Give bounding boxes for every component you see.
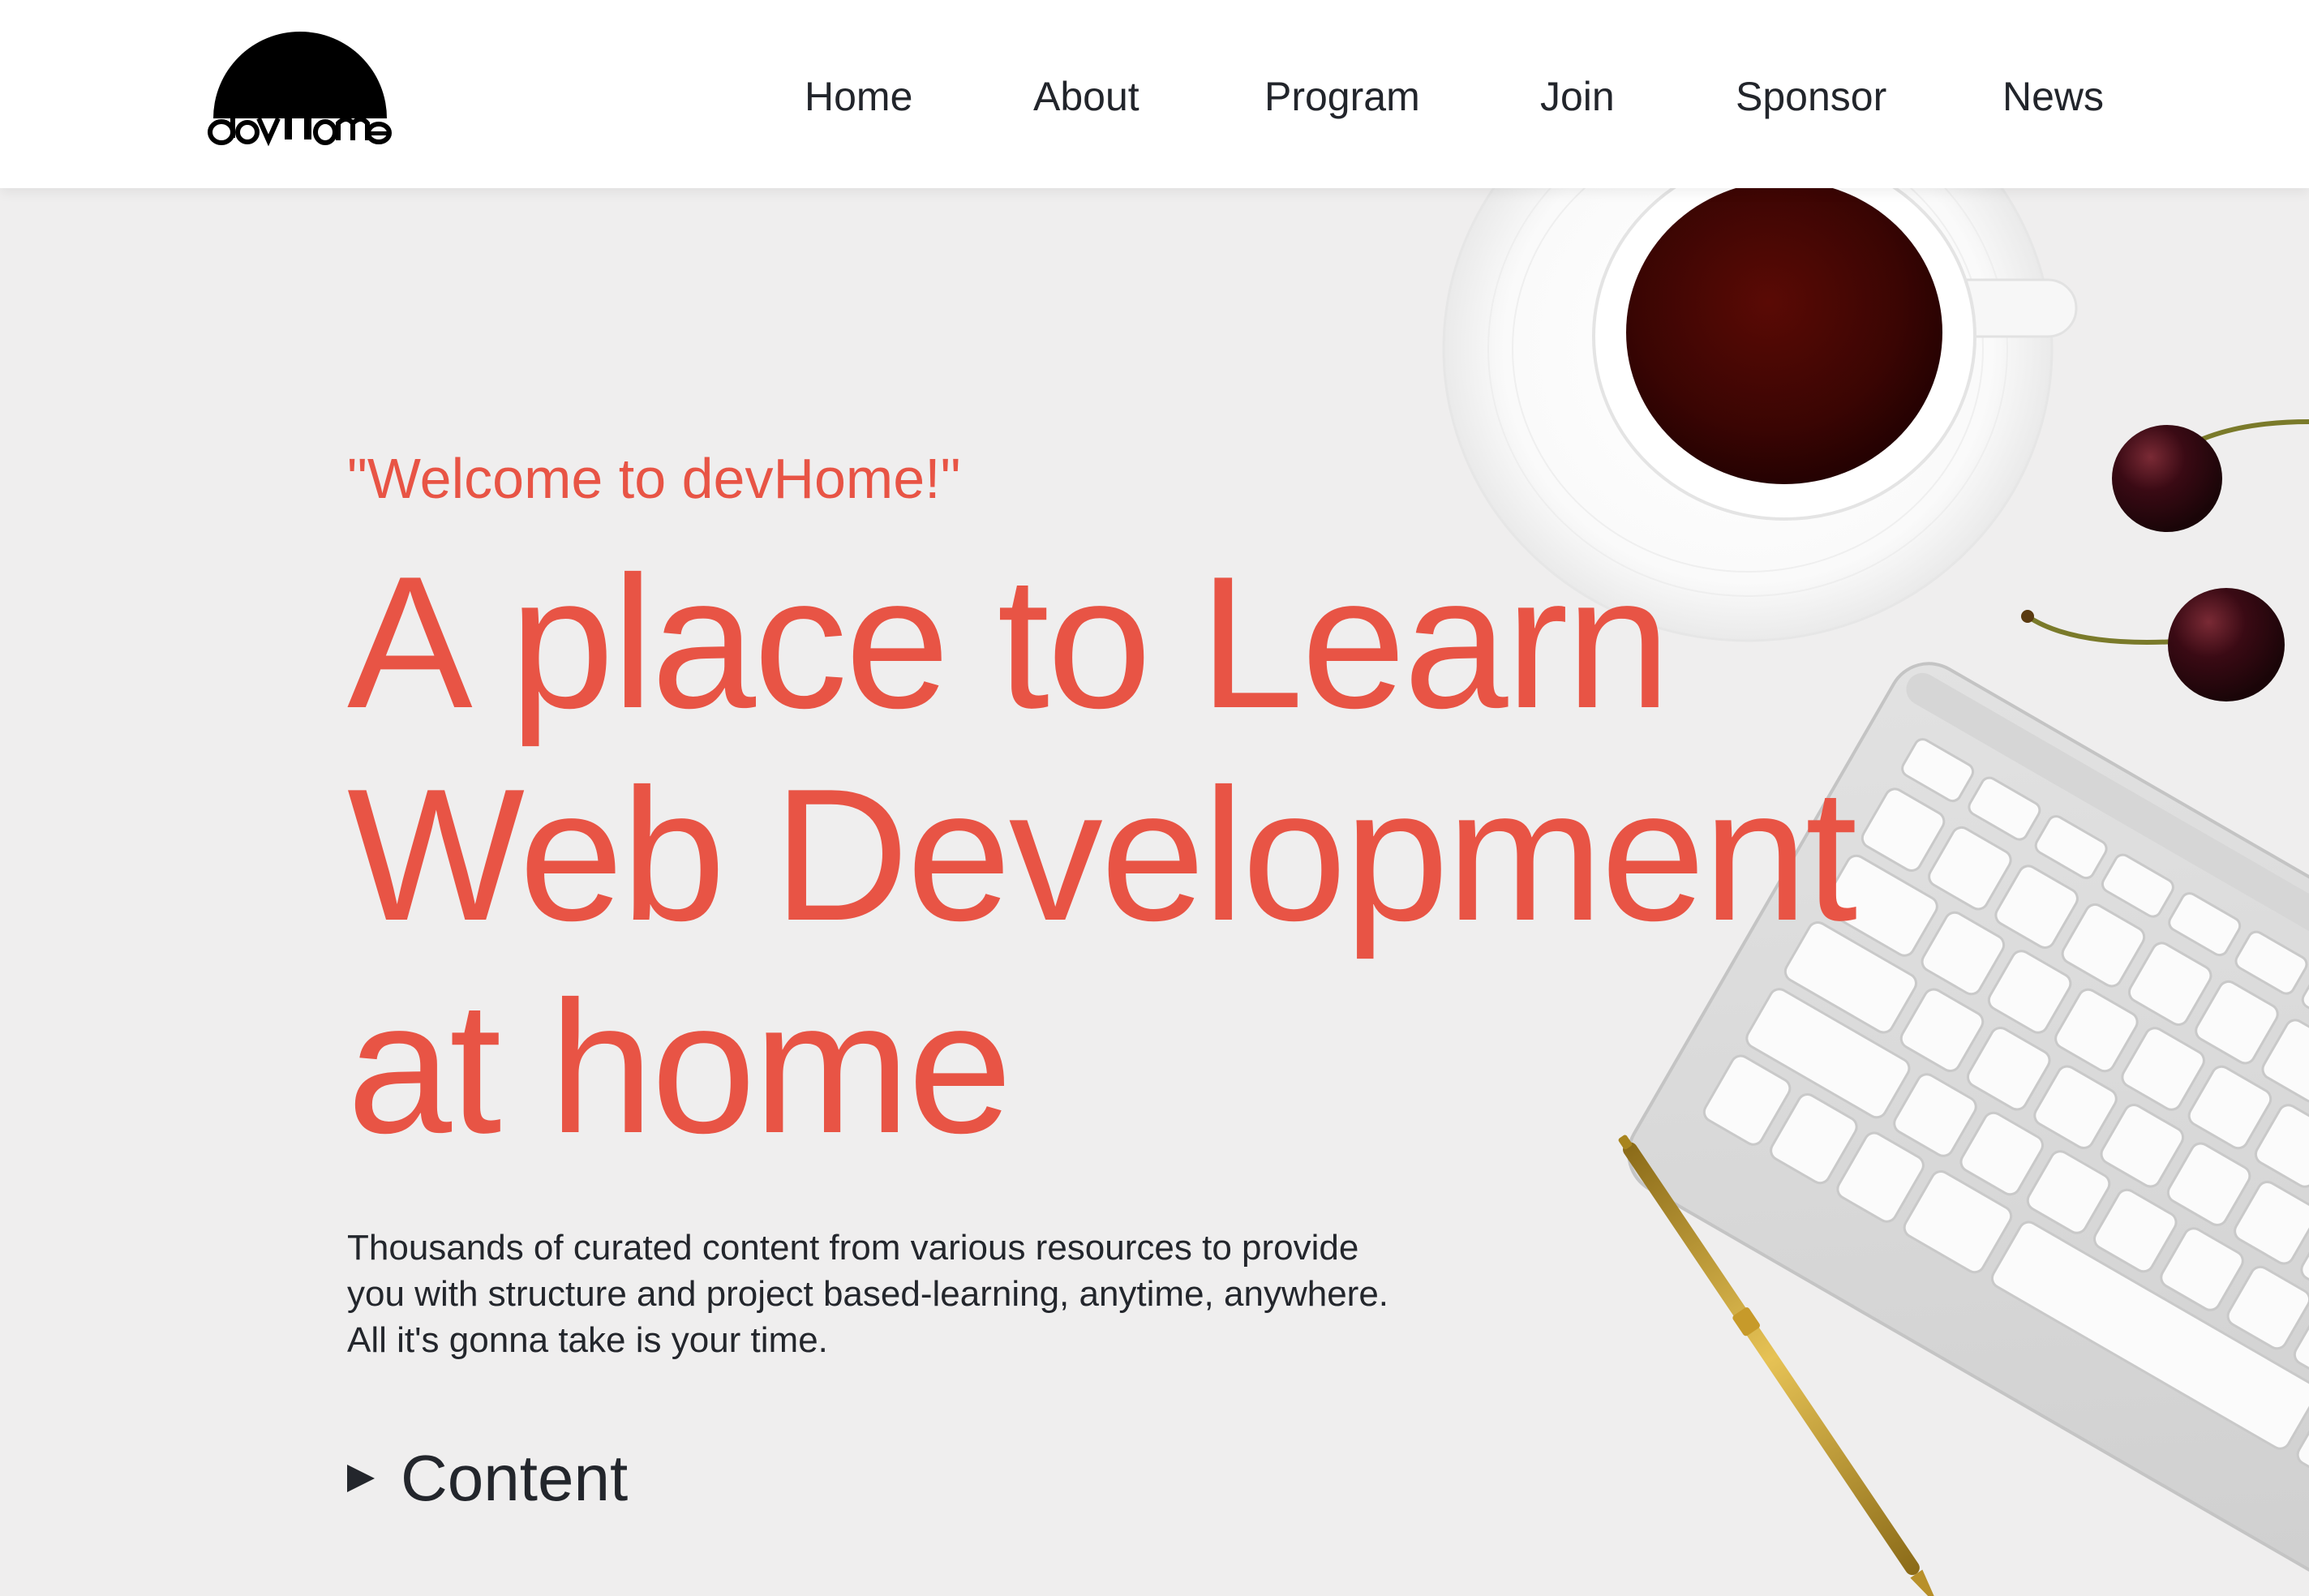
nav-program[interactable]: Program [1264,68,1420,125]
description-line-1: Thousands of curated content from variou… [347,1228,1359,1268]
nav-sponsor[interactable]: Sponsor [1736,68,1886,125]
content-disclosure-toggle[interactable]: Content [347,1442,628,1515]
hero-description: Thousands of curated content from variou… [347,1225,1499,1363]
nav-join[interactable]: Join [1540,68,1615,125]
headline-line-2: Web Development [347,750,1857,960]
description-line-3: All it's gonna take is your time. [347,1320,828,1360]
content-toggle-label: Content [401,1442,629,1514]
description-line-2: you with structure and project based-lea… [347,1274,1389,1314]
devhome-logo[interactable] [207,15,393,148]
site-header: Home About Program Join Sponsor News [0,0,2309,188]
headline-line-3: at home [347,963,1012,1173]
nav-home[interactable]: Home [805,68,912,125]
headline-line-1: A place to Learn [347,538,1671,748]
triangle-right-icon [347,1465,375,1492]
hero-section: "Welcome to devHome!" A place to Learn W… [347,438,1857,1174]
landing-page: Home About Program Join Sponsor News "We… [0,0,2309,1596]
hero-headline: A place to Learn Web Development at home [347,537,1857,1174]
welcome-text: "Welcome to devHome!" [347,447,961,510]
nav-news[interactable]: News [2002,68,2104,125]
nav-about[interactable]: About [1033,68,1139,125]
